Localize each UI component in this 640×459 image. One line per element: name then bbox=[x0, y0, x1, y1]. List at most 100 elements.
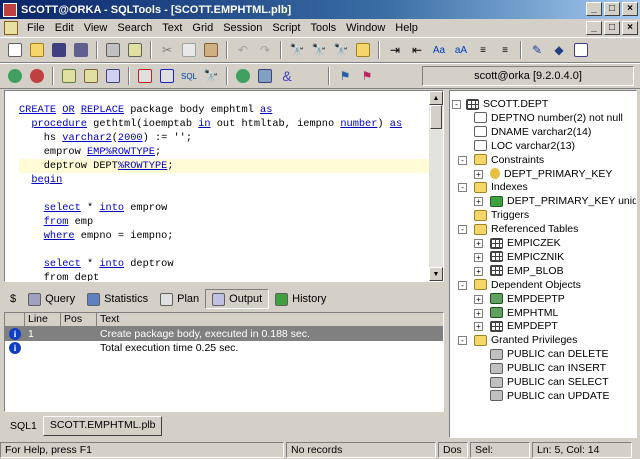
menu-help[interactable]: Help bbox=[390, 22, 423, 34]
collapse-toggle[interactable]: - bbox=[458, 183, 467, 193]
tab-query[interactable]: Query bbox=[22, 289, 81, 309]
expand-toggle[interactable]: + bbox=[474, 322, 483, 332]
menu-edit[interactable]: Edit bbox=[50, 22, 79, 34]
maximize-button[interactable]: □ bbox=[604, 2, 620, 16]
document-icon[interactable] bbox=[4, 21, 18, 35]
object-tree-icon[interactable] bbox=[255, 66, 275, 86]
execute-icon[interactable] bbox=[135, 66, 155, 86]
expand-toggle[interactable]: + bbox=[474, 308, 483, 318]
undo-icon[interactable]: ↶ bbox=[233, 40, 253, 60]
menu-search[interactable]: Search bbox=[112, 22, 157, 34]
tree-node[interactable]: Granted Privileges bbox=[474, 333, 577, 347]
menu-tools[interactable]: Tools bbox=[305, 22, 341, 34]
col-pos-header[interactable]: Pos bbox=[61, 313, 97, 327]
tab-history[interactable]: History bbox=[269, 289, 332, 309]
paste-icon[interactable] bbox=[201, 40, 221, 60]
tree-node[interactable]: EMPICZEK bbox=[490, 236, 561, 250]
find-icon[interactable]: 🔭 bbox=[287, 40, 307, 60]
output-row[interactable]: i Total execution time 0.25 sec. bbox=[5, 341, 443, 355]
find-prev-icon[interactable]: 🔭 bbox=[331, 40, 351, 60]
rollback-icon[interactable] bbox=[81, 66, 101, 86]
menu-view[interactable]: View bbox=[79, 22, 113, 34]
window-icon[interactable] bbox=[571, 40, 591, 60]
lock-icon[interactable]: ⚑ bbox=[335, 66, 355, 86]
expand-toggle[interactable]: + bbox=[474, 197, 483, 207]
menu-session[interactable]: Session bbox=[218, 22, 267, 34]
tree-node[interactable]: SCOTT.DEPT bbox=[466, 97, 548, 111]
editor-scrollbar[interactable]: ▲ ▼ bbox=[429, 91, 443, 281]
new-file-icon[interactable] bbox=[5, 40, 25, 60]
cancel-query-icon[interactable]: ⚑ bbox=[357, 66, 377, 86]
code-line[interactable] bbox=[19, 187, 439, 201]
tree-node[interactable]: PUBLIC can DELETE bbox=[490, 347, 609, 361]
tree-node[interactable]: EMPDEPTP bbox=[490, 292, 565, 306]
expand-toggle[interactable]: + bbox=[474, 294, 483, 304]
tree-node[interactable]: DEPTNO number(2) not null bbox=[474, 111, 623, 125]
menu-text[interactable]: Text bbox=[157, 22, 187, 34]
collapse-toggle[interactable]: - bbox=[458, 225, 467, 235]
code-line[interactable]: deptrow DEPT%ROWTYPE; bbox=[19, 159, 439, 173]
save-all-icon[interactable] bbox=[71, 40, 91, 60]
code-line[interactable]: procedure gethtml(ioemptab in out htmlta… bbox=[19, 117, 439, 131]
disconnect-icon[interactable] bbox=[27, 66, 47, 86]
code-line[interactable]: select * into deptrow bbox=[19, 257, 439, 271]
tree-node[interactable]: EMP_BLOB bbox=[490, 264, 564, 278]
find-next-icon[interactable]: 🔭 bbox=[309, 40, 329, 60]
comment-icon[interactable]: ≡ bbox=[473, 40, 493, 60]
tree-node[interactable]: Referenced Tables bbox=[474, 222, 578, 236]
print-icon[interactable] bbox=[103, 40, 123, 60]
brush-icon[interactable]: ✎ bbox=[527, 40, 547, 60]
doc-minimize-button[interactable]: _ bbox=[586, 21, 602, 35]
output-grid[interactable]: Line Pos Text i 1 Create package body, exe… bbox=[4, 312, 444, 412]
cut-icon[interactable]: ✂ bbox=[157, 40, 177, 60]
commit-icon[interactable] bbox=[59, 66, 79, 86]
outdent-icon[interactable]: ⇤ bbox=[407, 40, 427, 60]
minimize-button[interactable]: _ bbox=[586, 2, 602, 16]
find-files-icon[interactable] bbox=[353, 40, 373, 60]
connect-icon[interactable] bbox=[5, 66, 25, 86]
tree-node[interactable]: Indexes bbox=[474, 180, 528, 194]
scroll-thumb[interactable] bbox=[430, 105, 442, 129]
code-line[interactable]: from dept bbox=[19, 271, 439, 281]
redo-icon[interactable]: ↷ bbox=[255, 40, 275, 60]
lowercase-icon[interactable]: aA bbox=[451, 40, 471, 60]
doc-restore-button[interactable]: □ bbox=[604, 21, 620, 35]
refresh-icon[interactable] bbox=[103, 66, 123, 86]
sql-icon[interactable]: SQL bbox=[179, 66, 199, 86]
tree-node[interactable]: PUBLIC can UPDATE bbox=[490, 389, 610, 403]
open-folder-icon[interactable] bbox=[27, 40, 47, 60]
print-preview-icon[interactable] bbox=[125, 40, 145, 60]
bookmark-icon[interactable]: ◆ bbox=[549, 40, 569, 60]
uncomment-icon[interactable]: ≡ bbox=[495, 40, 515, 60]
copy-icon[interactable] bbox=[179, 40, 199, 60]
col-text-header[interactable]: Text bbox=[97, 313, 443, 327]
tree-node[interactable]: LOC varchar2(13) bbox=[474, 139, 575, 153]
tree-node[interactable]: EMPHTML bbox=[490, 306, 558, 320]
tree-node[interactable]: EMPDEPT bbox=[490, 319, 558, 333]
doc-close-button[interactable]: × bbox=[622, 21, 638, 35]
menu-file[interactable]: File bbox=[22, 22, 50, 34]
code-text[interactable]: CREATE OR REPLACE package body emphtml a… bbox=[19, 103, 439, 281]
app-icon[interactable] bbox=[3, 2, 17, 17]
tree-node[interactable]: DNAME varchar2(14) bbox=[474, 125, 591, 139]
tab-plan[interactable]: Plan bbox=[154, 289, 205, 309]
tree-node[interactable]: PUBLIC can SELECT bbox=[490, 375, 609, 389]
code-line[interactable]: where empno = iempno; bbox=[19, 229, 439, 243]
menu-grid[interactable]: Grid bbox=[187, 22, 218, 34]
code-line[interactable]: emprow EMP%ROWTYPE; bbox=[19, 145, 439, 159]
describe-icon[interactable]: 🔭 bbox=[201, 66, 221, 86]
indent-icon[interactable]: ⇥ bbox=[385, 40, 405, 60]
execute-script-icon[interactable] bbox=[157, 66, 177, 86]
expand-toggle[interactable]: + bbox=[474, 169, 483, 179]
collapse-toggle[interactable]: - bbox=[458, 336, 467, 346]
document-tab[interactable]: SQL1 bbox=[4, 418, 43, 436]
tree-node[interactable]: DEPT_PRIMARY_KEY unique bbox=[490, 194, 636, 208]
code-line[interactable] bbox=[19, 243, 439, 257]
code-line[interactable]: CREATE OR REPLACE package body emphtml a… bbox=[19, 103, 439, 117]
menu-script[interactable]: Script bbox=[267, 22, 305, 34]
tab-dollar[interactable]: $ bbox=[4, 289, 22, 309]
code-line[interactable]: select * into emprow bbox=[19, 201, 439, 215]
uppercase-icon[interactable]: Aa bbox=[429, 40, 449, 60]
tree-node[interactable]: DEPT_PRIMARY_KEY bbox=[490, 167, 612, 181]
scroll-up-arrow[interactable]: ▲ bbox=[429, 91, 443, 105]
